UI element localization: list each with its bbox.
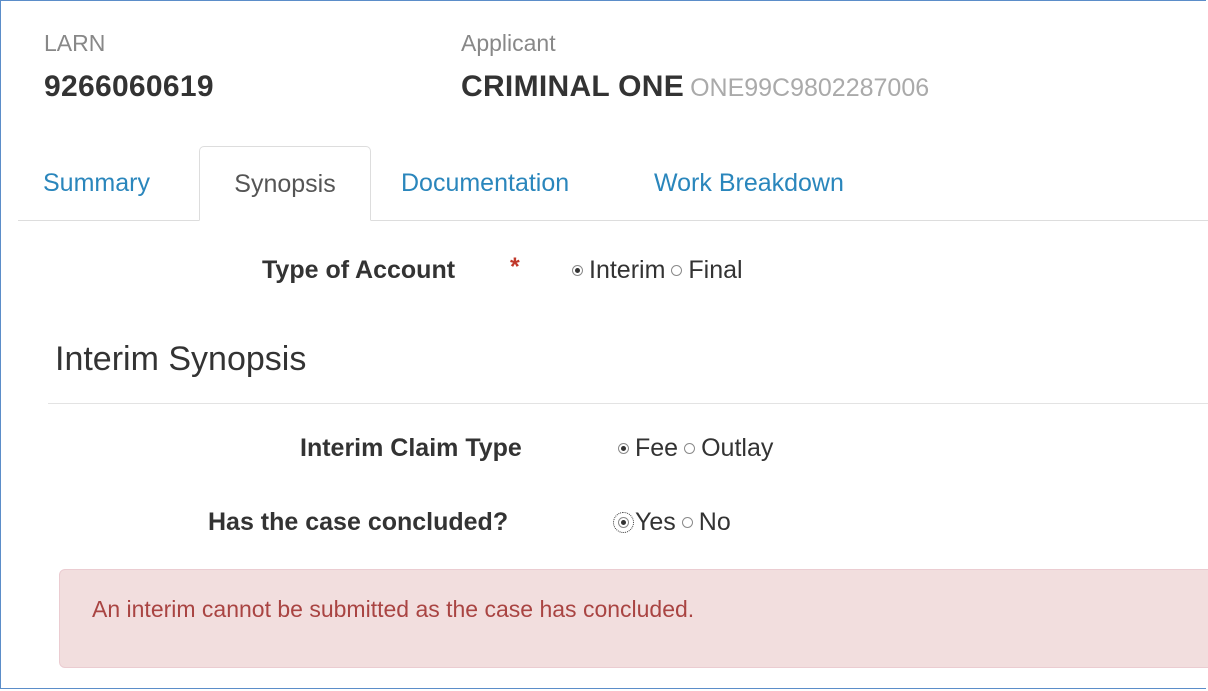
applicant-reference: ONE99C9802287006: [690, 74, 930, 102]
larn-label: LARN: [44, 30, 106, 56]
section-title: Interim Synopsis: [55, 340, 307, 378]
applicant-label: Applicant: [461, 30, 556, 56]
tabs-baseline: [18, 220, 1208, 221]
applicant-name: CRIMINAL ONE: [461, 70, 685, 103]
tab-documentation[interactable]: Documentation: [401, 146, 569, 221]
error-alert: An interim cannot be submitted as the ca…: [59, 569, 1208, 668]
error-alert-message: An interim cannot be submitted as the ca…: [92, 596, 695, 622]
tab-work-breakdown[interactable]: Work Breakdown: [654, 146, 844, 221]
final-option-label[interactable]: Final: [688, 256, 742, 285]
applicant-name-row: CRIMINAL ONE ONE99C9802287006: [461, 70, 929, 104]
final-radio[interactable]: [671, 265, 683, 276]
yes-option-label[interactable]: Yes: [635, 508, 676, 537]
interim-radio[interactable]: [572, 265, 583, 276]
case-concluded-label: Has the case concluded?: [208, 508, 509, 536]
outlay-radio[interactable]: [684, 443, 696, 454]
no-radio[interactable]: [681, 517, 693, 528]
fee-radio[interactable]: [618, 443, 629, 454]
required-marker: *: [510, 253, 520, 281]
interim-claim-type-radio-group: Fee Outlay: [618, 434, 779, 463]
section-divider: [48, 403, 1208, 404]
outlay-option-label[interactable]: Outlay: [701, 434, 773, 463]
interim-option-label[interactable]: Interim: [589, 256, 665, 285]
case-concluded-radio-group: Yes No: [613, 508, 737, 537]
tab-summary[interactable]: Summary: [43, 146, 150, 221]
interim-claim-type-label: Interim Claim Type: [300, 434, 522, 462]
tab-synopsis[interactable]: Synopsis: [199, 146, 371, 221]
type-of-account-radio-group: Interim Final: [572, 256, 749, 285]
fee-option-label[interactable]: Fee: [635, 434, 678, 463]
yes-radio[interactable]: [613, 512, 634, 533]
larn-value: 9266060619: [44, 70, 214, 103]
type-of-account-label: Type of Account: [262, 256, 456, 284]
no-option-label[interactable]: No: [699, 508, 731, 537]
